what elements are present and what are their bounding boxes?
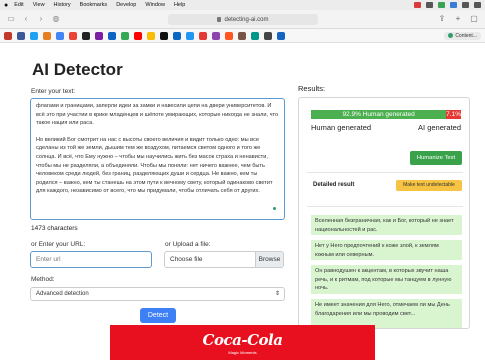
lock-icon [217, 17, 222, 22]
bookmark-favicon-icon[interactable] [238, 31, 246, 40]
sidebar-icon[interactable]: ▭ [6, 14, 16, 24]
bookmark-favicon-icon[interactable] [251, 31, 259, 40]
method-select[interactable]: Advanced detection ⇕ [30, 287, 285, 301]
ad-tagline: Magic Moments [228, 349, 257, 355]
menu-history[interactable]: History [54, 2, 71, 8]
divider [307, 206, 463, 207]
advertisement-banner[interactable]: Coca-Cola Magic Moments [110, 325, 375, 360]
bookmark-favicon-icon[interactable] [160, 31, 168, 40]
bookmark-favicon-icon[interactable] [147, 31, 155, 40]
address-url: detecting-ai.com [224, 16, 269, 23]
result-segment: Он равнодушен к акцентам, в которых звуч… [311, 265, 462, 294]
menu-bookmarks[interactable]: Bookmarks [80, 2, 108, 8]
ai-generated-label: AI generated [418, 123, 461, 132]
bookmark-favicon-icon[interactable] [121, 31, 129, 40]
human-score-label: 92.9% Human generated [342, 111, 415, 118]
toolbar-right: ⇪ + ▢ [437, 14, 479, 24]
detailed-result-label: Detailed result [313, 182, 355, 188]
status-icons [414, 2, 481, 8]
human-score-fill: 92.9% Human generated [311, 110, 447, 119]
file-label: or Upload a file: [165, 241, 211, 248]
resize-handle-icon[interactable] [273, 207, 276, 210]
result-segment: Нет у Него предпочтений к коже злой, к з… [311, 240, 462, 260]
url-label: or Enter your URL: [31, 241, 86, 248]
chevron-updown-icon: ⇕ [274, 291, 280, 297]
menu-view[interactable]: View [33, 2, 45, 8]
content-tab[interactable]: Content... [444, 31, 481, 40]
bookmark-favicon-icon[interactable] [212, 31, 220, 40]
wifi-icon[interactable] [462, 2, 469, 8]
detect-button[interactable]: Detect [140, 308, 176, 323]
file-upload[interactable]: Choose file Browse [164, 251, 284, 268]
tabs-icon[interactable]: ▢ [469, 14, 479, 24]
bookmark-favicon-icon[interactable] [225, 31, 233, 40]
bookmark-favicon-icon[interactable] [82, 31, 90, 40]
result-segment: Вселенная безграничная, как и Бог, котор… [311, 215, 462, 235]
divider [307, 172, 463, 173]
humanize-button[interactable]: Humanize Text [410, 151, 462, 165]
menu-window[interactable]: Window [145, 2, 165, 8]
status-app-icon[interactable] [426, 2, 433, 8]
shield-icon[interactable]: ◍ [51, 14, 61, 24]
menu-develop[interactable]: Develop [116, 2, 136, 8]
text-paragraph: Но великий Бог смотрит на нас с высоты с… [36, 136, 273, 195]
bookmark-favicon-icon[interactable] [264, 31, 272, 40]
address-bar[interactable]: detecting-ai.com [168, 14, 318, 25]
tab-favicon-icon [448, 33, 454, 38]
human-generated-label: Human generated [311, 123, 372, 132]
url-input[interactable]: Enter url [30, 251, 152, 268]
bookmark-favicon-icon[interactable] [134, 31, 142, 40]
method-label: Method: [31, 276, 55, 283]
character-count: 1473 characters [31, 225, 78, 232]
forward-icon[interactable]: › [36, 14, 46, 24]
text-input-area[interactable]: флагами и границами, заперли идеи за зам… [30, 98, 285, 220]
choose-file-text[interactable]: Choose file [165, 252, 255, 267]
results-panel: 92.9% Human generated 7.1% Human generat… [298, 97, 470, 329]
back-icon[interactable]: ‹ [21, 14, 31, 24]
bookmark-favicon-icon[interactable] [69, 31, 77, 40]
bookmark-favicon-icon[interactable] [17, 31, 25, 40]
bookmark-favicon-icon[interactable] [173, 31, 181, 40]
ai-score-label: 7.1% [446, 111, 461, 118]
results-title: Results: [298, 84, 326, 93]
content-tab-label: Content... [455, 32, 477, 39]
status-app-icon[interactable] [438, 2, 445, 8]
status-app-icon[interactable] [450, 2, 457, 8]
bookmark-favicon-icon[interactable] [186, 31, 194, 40]
menu-help[interactable]: Help [174, 2, 185, 8]
menu-edit[interactable]: Edit [14, 2, 23, 8]
menu-bar: ● Edit View History Bookmarks Develop Wi… [0, 0, 485, 10]
share-icon[interactable]: ⇪ [437, 14, 447, 24]
ai-score-fill: 7.1% [446, 110, 461, 119]
score-legend: Human generated AI generated [311, 123, 461, 132]
bookmark-favicon-icon[interactable] [30, 31, 38, 40]
browser-toolbar: ▭ ‹ › ◍ detecting-ai.com ⇪ + ▢ [0, 10, 485, 29]
bookmark-favicon-icon[interactable] [95, 31, 103, 40]
bookmark-favicon-icon[interactable] [4, 31, 12, 40]
battery-icon[interactable] [474, 2, 481, 8]
page-title: AI Detector [32, 60, 123, 79]
coca-cola-logo: Coca-Cola [202, 330, 283, 349]
favorites-bar: Content... [0, 29, 485, 43]
score-bar: 92.9% Human generated 7.1% [311, 110, 461, 119]
method-value: Advanced detection [36, 291, 89, 297]
status-app-icon[interactable] [414, 2, 421, 8]
bookmark-favicon-icon[interactable] [43, 31, 51, 40]
text-paragraph: флагами и границами, заперли идеи за зам… [36, 103, 279, 127]
make-undetectable-button[interactable]: Make text undetectable [396, 180, 462, 191]
enter-text-label: Enter your text: [31, 88, 76, 95]
bookmark-favicon-icon[interactable] [199, 31, 207, 40]
bookmark-favicon-icon[interactable] [108, 31, 116, 40]
browse-button[interactable]: Browse [255, 252, 283, 267]
apple-icon[interactable]: ● [4, 2, 8, 9]
bookmark-favicon-icon[interactable] [277, 31, 285, 40]
new-tab-icon[interactable]: + [453, 14, 463, 24]
bookmark-favicon-icon[interactable] [56, 31, 64, 40]
